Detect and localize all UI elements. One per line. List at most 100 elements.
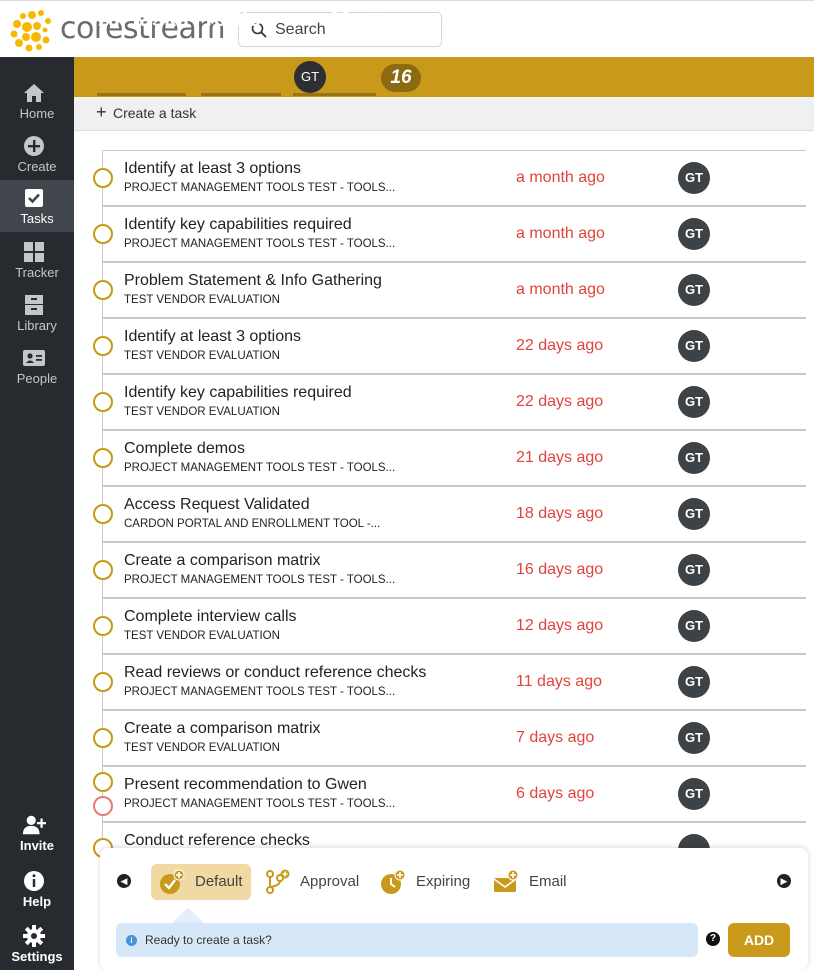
task-title[interactable]: Create a comparison matrix	[124, 720, 321, 738]
assignee-avatar[interactable]: GT	[678, 778, 710, 810]
task-title[interactable]: Identify at least 3 options	[124, 328, 301, 346]
sidebar-item-create[interactable]: Create	[0, 130, 74, 182]
complete-task-checkbox[interactable]	[93, 448, 113, 468]
task-row[interactable]: Identify at least 3 options TEST VENDOR …	[103, 318, 806, 374]
assignee-avatar[interactable]: GT	[678, 330, 710, 362]
task-project: CARDON PORTAL AND ENROLLMENT TOOL -...	[124, 518, 381, 530]
assignee-avatar[interactable]: GT	[678, 666, 710, 698]
sidebar-item-settings[interactable]: Settings	[0, 920, 74, 970]
task-row[interactable]: Identify at least 3 options PROJECT MANA…	[103, 150, 806, 206]
archive-icon	[25, 295, 43, 315]
task-project: PROJECT MANAGEMENT TOOLS TEST - TOOLS...	[124, 182, 396, 194]
task-title[interactable]: Identify at least 3 options	[124, 160, 301, 178]
assignee-avatar[interactable]: GT	[678, 442, 710, 474]
complete-task-checkbox[interactable]	[93, 336, 113, 356]
task-title[interactable]: Access Request Validated	[124, 496, 310, 514]
task-row[interactable]: Access Request Validated CARDON PORTAL A…	[103, 486, 806, 542]
task-prompt-input[interactable]: i Ready to create a task?	[116, 923, 698, 957]
sidebar-item-invite[interactable]: Invite	[0, 809, 74, 861]
chevron-down-icon	[368, 12, 381, 20]
task-project: PROJECT MANAGEMENT TOOLS TEST - TOOLS...	[124, 238, 396, 250]
complete-task-checkbox[interactable]	[93, 772, 113, 792]
complete-task-checkbox[interactable]	[93, 280, 113, 300]
id-card-icon	[23, 350, 45, 366]
assignee-avatar[interactable]: GT	[678, 722, 710, 754]
complete-task-checkbox[interactable]	[93, 728, 113, 748]
assignee-dropdown[interactable]: Me	[331, 4, 381, 38]
complete-task-checkbox-hover[interactable]	[93, 796, 113, 816]
complete-task-checkbox[interactable]	[93, 168, 113, 188]
task-type-email[interactable]: Email	[485, 864, 575, 900]
selection-pointer	[172, 908, 204, 923]
task-row[interactable]: Create a comparison matrix TEST VENDOR E…	[103, 710, 806, 766]
task-row[interactable]: Present recommendation to Gwen PROJECT M…	[103, 766, 806, 822]
prev-arrow-icon[interactable]: ◀	[117, 874, 131, 888]
filter-dropdown[interactable]: To-do	[202, 4, 282, 38]
complete-task-checkbox[interactable]	[93, 616, 113, 636]
task-type-approval[interactable]: Approval	[256, 864, 366, 900]
sidebar-item-tasks[interactable]: Tasks	[0, 180, 74, 232]
complete-task-checkbox[interactable]	[93, 560, 113, 580]
sidebar-item-home[interactable]: Home	[0, 77, 74, 129]
task-project: TEST VENDOR EVALUATION	[124, 350, 280, 362]
complete-task-checkbox[interactable]	[93, 224, 113, 244]
task-due: 6 days ago	[516, 785, 595, 802]
sidebar-item-label: Tracker	[15, 265, 59, 280]
next-arrow-icon[interactable]: ▶	[777, 874, 791, 888]
task-type-expiring[interactable]: Expiring	[372, 864, 477, 900]
assignee-avatar[interactable]: GT	[678, 386, 710, 418]
task-type-label: Default	[195, 873, 243, 890]
task-due: 12 days ago	[516, 617, 604, 634]
sidebar-item-tracker[interactable]: Tracker	[0, 236, 74, 288]
task-title[interactable]: Identify key capabilities required	[124, 216, 352, 234]
task-row[interactable]: Create a comparison matrix PROJECT MANAG…	[103, 542, 806, 598]
assignee-avatar[interactable]: GT	[678, 218, 710, 250]
help-icon[interactable]: ?	[706, 932, 720, 946]
assignee-avatar[interactable]: GT	[678, 162, 710, 194]
tab-underline	[201, 93, 281, 96]
task-row[interactable]: Read reviews or conduct reference checks…	[103, 654, 806, 710]
add-button[interactable]: ADD	[728, 923, 790, 957]
assignee-avatar[interactable]: GT	[678, 498, 710, 530]
task-title[interactable]: Complete interview calls	[124, 608, 297, 626]
task-title[interactable]: Read reviews or conduct reference checks	[124, 664, 426, 682]
task-due: a month ago	[516, 225, 605, 242]
task-title[interactable]: Complete demos	[124, 440, 245, 458]
task-row[interactable]: Complete interview calls TEST VENDOR EVA…	[103, 598, 806, 654]
create-task-row[interactable]: + Create a task	[74, 97, 814, 131]
tab-underline	[293, 93, 376, 96]
task-filter-bar	[74, 57, 814, 97]
task-row[interactable]: Complete demos PROJECT MANAGEMENT TOOLS …	[103, 430, 806, 486]
task-due: 22 days ago	[516, 393, 604, 410]
task-row[interactable]: Identify key capabilities required TEST …	[103, 374, 806, 430]
sidebar-item-label: Help	[22, 894, 52, 909]
create-task-link[interactable]: Create a task	[113, 105, 196, 121]
clock-icon	[381, 869, 406, 894]
task-type-default[interactable]: Default	[151, 864, 251, 900]
assignee-label: Me	[331, 6, 362, 31]
task-creator-panel: ◀ Default Approval Expiring Email ▶ i Re…	[100, 848, 808, 970]
task-title[interactable]: Identify key capabilities required	[124, 384, 352, 402]
sidebar-item-library[interactable]: Library	[0, 289, 74, 341]
complete-task-checkbox[interactable]	[93, 504, 113, 524]
task-row[interactable]: Conduct reference checks	[103, 822, 806, 850]
assignee-avatar[interactable]: GT	[678, 610, 710, 642]
sidebar-item-help[interactable]: Help	[0, 865, 74, 917]
task-row[interactable]: Identify key capabilities required PROJE…	[103, 206, 806, 262]
task-project: TEST VENDOR EVALUATION	[124, 742, 280, 754]
task-project: PROJECT MANAGEMENT TOOLS TEST - TOOLS...	[124, 798, 396, 810]
task-title[interactable]: Problem Statement & Info Gathering	[124, 272, 382, 290]
task-row[interactable]: Problem Statement & Info Gathering TEST …	[103, 262, 806, 318]
task-title[interactable]: Create a comparison matrix	[124, 552, 321, 570]
sidebar-item-people[interactable]: People	[0, 342, 74, 394]
tab-all-tasks[interactable]: All tasks	[98, 4, 189, 38]
complete-task-checkbox[interactable]	[93, 672, 113, 692]
task-title[interactable]: Present recommendation to Gwen	[124, 776, 367, 794]
task-due: 11 days ago	[516, 673, 602, 690]
task-due: 22 days ago	[516, 337, 604, 354]
sidebar-item-label: Tasks	[20, 211, 54, 226]
complete-task-checkbox[interactable]	[93, 392, 113, 412]
checkbox-icon	[25, 189, 43, 207]
assignee-avatar[interactable]: GT	[678, 554, 710, 586]
assignee-avatar[interactable]: GT	[678, 274, 710, 306]
